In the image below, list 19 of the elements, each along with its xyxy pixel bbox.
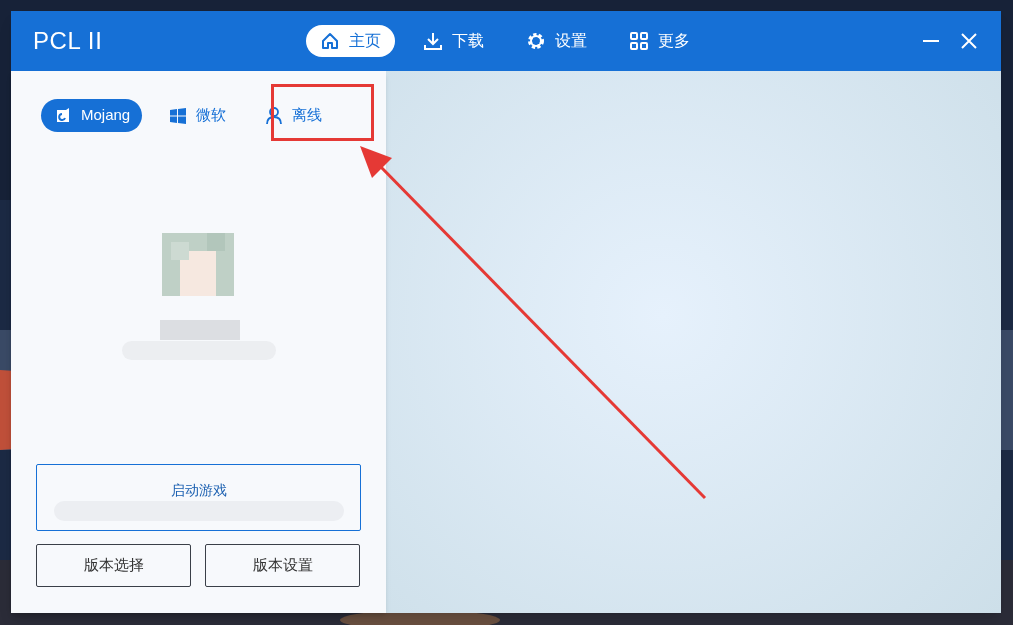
window-title: PCL II <box>33 26 103 56</box>
download-icon <box>423 31 443 51</box>
windows-icon <box>168 105 189 126</box>
login-tab[interactable]: 离线 <box>252 99 335 132</box>
launch-button[interactable]: 启动游戏 <box>36 464 361 531</box>
version-button[interactable]: 版本选择 <box>36 544 191 587</box>
avatar <box>162 232 234 297</box>
nav-tab[interactable]: 下载 <box>409 25 498 57</box>
nav-tab[interactable]: 更多 <box>615 25 704 57</box>
nav-tab[interactable]: 设置 <box>512 25 601 57</box>
grid-icon <box>629 31 649 51</box>
settings-icon <box>526 31 546 51</box>
close-icon[interactable] <box>959 31 979 51</box>
login-tab[interactable]: 微软 <box>156 99 239 132</box>
nav-tab[interactable]: 主页 <box>306 25 395 57</box>
person-icon <box>264 105 285 126</box>
home-icon <box>320 31 340 51</box>
version-button[interactable]: 版本设置 <box>205 544 360 587</box>
login-tab[interactable]: Mojang <box>41 99 143 132</box>
